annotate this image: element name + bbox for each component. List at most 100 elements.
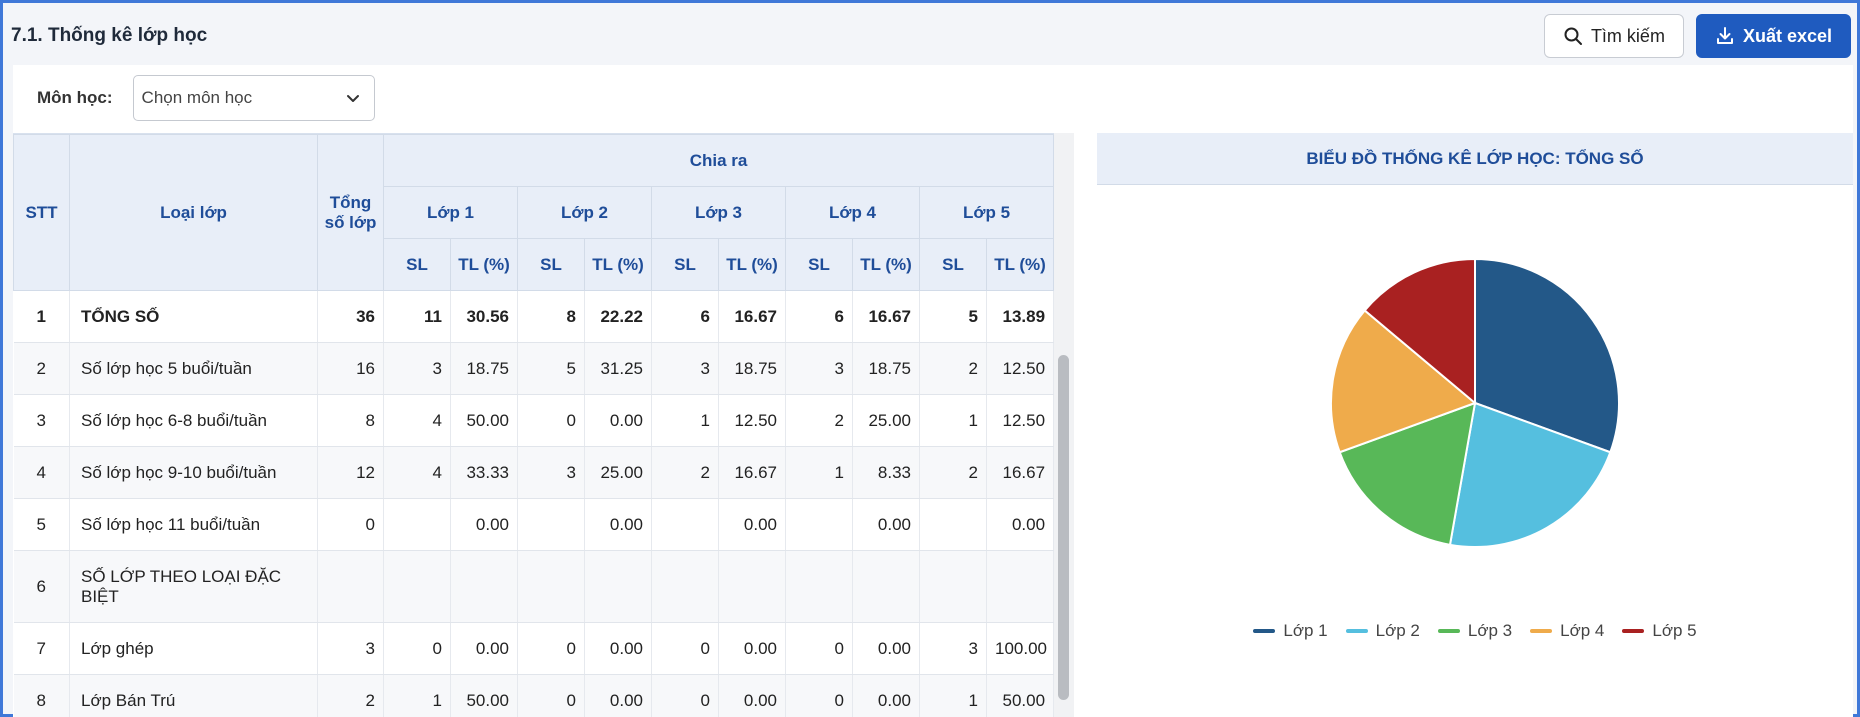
- row-tl-cell: 25.00: [584, 446, 652, 499]
- row-class-type-cell: Lớp ghép: [69, 622, 318, 675]
- row-tl-cell: 0.00: [852, 674, 920, 717]
- row-sl-cell: 1: [785, 446, 853, 499]
- row-class-type-cell: Lớp Bán Trú: [69, 674, 318, 717]
- table-row: 5 Số lớp học 11 buổi/tuần 0 0.00 0.00 0.00 0.0…: [13, 498, 1055, 551]
- row-tl-cell: 0.00: [584, 622, 652, 675]
- header-tl: TL (%): [718, 238, 786, 291]
- row-tl-cell: 0.00: [852, 498, 920, 551]
- subject-select[interactable]: Chọn môn học: [132, 75, 375, 121]
- row-sl-cell: [383, 550, 451, 623]
- header-sl: SL: [517, 238, 585, 291]
- export-excel-button[interactable]: Xuất excel: [1695, 14, 1851, 58]
- row-sl-cell: 4: [383, 394, 451, 447]
- row-tl-cell: 0.00: [584, 394, 652, 447]
- row-total-cell: 0: [317, 498, 384, 551]
- legend-label: Lớp 5: [1652, 621, 1697, 640]
- legend-item[interactable]: Lớp 4: [1530, 621, 1604, 641]
- header-sl: SL: [919, 238, 987, 291]
- row-tl-cell: [450, 550, 518, 623]
- row-tl-cell: 13.89: [986, 290, 1055, 343]
- row-tl-cell: 16.67: [852, 290, 920, 343]
- header-tl: TL (%): [852, 238, 920, 291]
- table-scrollbar[interactable]: [1054, 133, 1074, 717]
- row-sl-cell: 5: [919, 290, 987, 343]
- statistics-table-container: STT Loại lớp Tổng số lớp Chia ra Lớp 1 L…: [13, 133, 1073, 717]
- header-grade-4: Lớp 4: [785, 186, 920, 239]
- legend-label: Lớp 4: [1560, 621, 1605, 640]
- row-tl-cell: 18.75: [718, 342, 786, 395]
- row-sl-cell: [517, 550, 585, 623]
- row-sl-cell: 2: [919, 342, 987, 395]
- legend-swatch: [1437, 629, 1460, 633]
- legend-item[interactable]: Lớp 3: [1437, 621, 1512, 641]
- table-scroll-thumb[interactable]: [1058, 355, 1069, 700]
- row-sl-cell: 0: [517, 622, 585, 675]
- table-row: 6 SỐ LỚP THEO LOẠI ĐẶC BIỆT: [13, 550, 1055, 623]
- row-sl-cell: 6: [785, 290, 853, 343]
- row-tl-cell: 33.33: [450, 446, 518, 499]
- row-stt-cell: 3: [13, 394, 70, 447]
- row-sl-cell: 1: [383, 674, 451, 717]
- row-tl-cell: 50.00: [986, 674, 1055, 717]
- legend-item[interactable]: Lớp 1: [1253, 621, 1328, 641]
- export-button-label: Xuất excel: [1742, 25, 1832, 46]
- row-tl-cell: 31.25: [584, 342, 652, 395]
- row-tl-cell: 12.50: [986, 394, 1055, 447]
- row-tl-cell: 100.00: [986, 622, 1055, 675]
- row-total-cell: 36: [317, 290, 384, 343]
- table-row: 8 Lớp Bán Trú 2 1 50.00 0 0.00 0 0.00 0 0.00 1 50.00: [13, 674, 1055, 717]
- row-tl-cell: [584, 550, 652, 623]
- legend-label: Lớp 2: [1375, 621, 1420, 640]
- row-class-type-cell: Số lớp học 9-10 buổi/tuần: [69, 446, 318, 499]
- row-sl-cell: 0: [785, 674, 853, 717]
- row-total-cell: 16: [317, 342, 384, 395]
- legend-swatch: [1622, 629, 1645, 633]
- search-icon: [1564, 27, 1582, 45]
- chart-title: BIỂU ĐỒ THỐNG KÊ LỚP HỌC: TỔNG SỐ: [1097, 133, 1853, 185]
- row-class-type-cell: Số lớp học 6-8 buổi/tuần: [69, 394, 318, 447]
- row-class-type-cell: Số lớp học 11 buổi/tuần: [69, 498, 318, 551]
- header-grade-1: Lớp 1: [383, 186, 518, 239]
- row-sl-cell: [651, 498, 719, 551]
- row-tl-cell: 22.22: [584, 290, 652, 343]
- row-tl-cell: 30.56: [450, 290, 518, 343]
- header-actions: Tìm kiếm Xuất excel: [1543, 14, 1851, 58]
- legend-swatch: [1253, 629, 1276, 633]
- row-class-type-cell: SỐ LỚP THEO LOẠI ĐẶC BIỆT: [69, 550, 318, 623]
- row-tl-cell: 18.75: [450, 342, 518, 395]
- header-sl: SL: [651, 238, 719, 291]
- row-sl-cell: 1: [919, 394, 987, 447]
- row-sl-cell: 6: [651, 290, 719, 343]
- row-sl-cell: 2: [919, 446, 987, 499]
- subject-select-placeholder: Chọn môn học: [141, 88, 253, 107]
- legend-item[interactable]: Lớp 2: [1345, 621, 1420, 641]
- header-tl: TL (%): [584, 238, 652, 291]
- row-tl-cell: 0.00: [986, 498, 1055, 551]
- search-button[interactable]: Tìm kiếm: [1543, 14, 1684, 58]
- header-grade-5: Lớp 5: [918, 186, 1055, 239]
- table-row: 2 Số lớp học 5 buổi/tuần 16 3 18.75 5 31.25 3 18…: [13, 342, 1055, 395]
- header-grade-3: Lớp 3: [651, 186, 786, 239]
- subject-filter-label: Môn học:: [37, 88, 113, 107]
- row-tl-cell: 0.00: [584, 674, 652, 717]
- row-sl-cell: [651, 550, 719, 623]
- row-sl-cell: [383, 498, 451, 551]
- page-header: 7.1. Thống kê lớp học Tìm kiếm Xuất exce…: [9, 11, 1851, 61]
- search-button-label: Tìm kiếm: [1590, 25, 1665, 46]
- row-stt-cell: 1: [13, 290, 70, 343]
- row-sl-cell: 3: [785, 342, 853, 395]
- legend-swatch: [1345, 629, 1368, 633]
- row-sl-cell: 2: [651, 446, 719, 499]
- row-tl-cell: 16.67: [718, 446, 786, 499]
- row-tl-cell: 16.67: [718, 290, 786, 343]
- row-tl-cell: 12.50: [986, 342, 1055, 395]
- row-stt-cell: 8: [13, 674, 70, 717]
- legend-swatch: [1530, 629, 1553, 633]
- legend-item[interactable]: Lớp 5: [1622, 621, 1697, 641]
- row-tl-cell: [852, 550, 920, 623]
- download-icon: [1716, 27, 1733, 44]
- statistics-table-body: 1 TỔNG SỐ 36 11 30.56 8 22.22 6 16.67 6 16.67 5 13.8…: [13, 290, 1055, 717]
- row-sl-cell: 5: [517, 342, 585, 395]
- header-sl: SL: [785, 238, 853, 291]
- header-total-classes: Tổng số lớp: [317, 134, 384, 291]
